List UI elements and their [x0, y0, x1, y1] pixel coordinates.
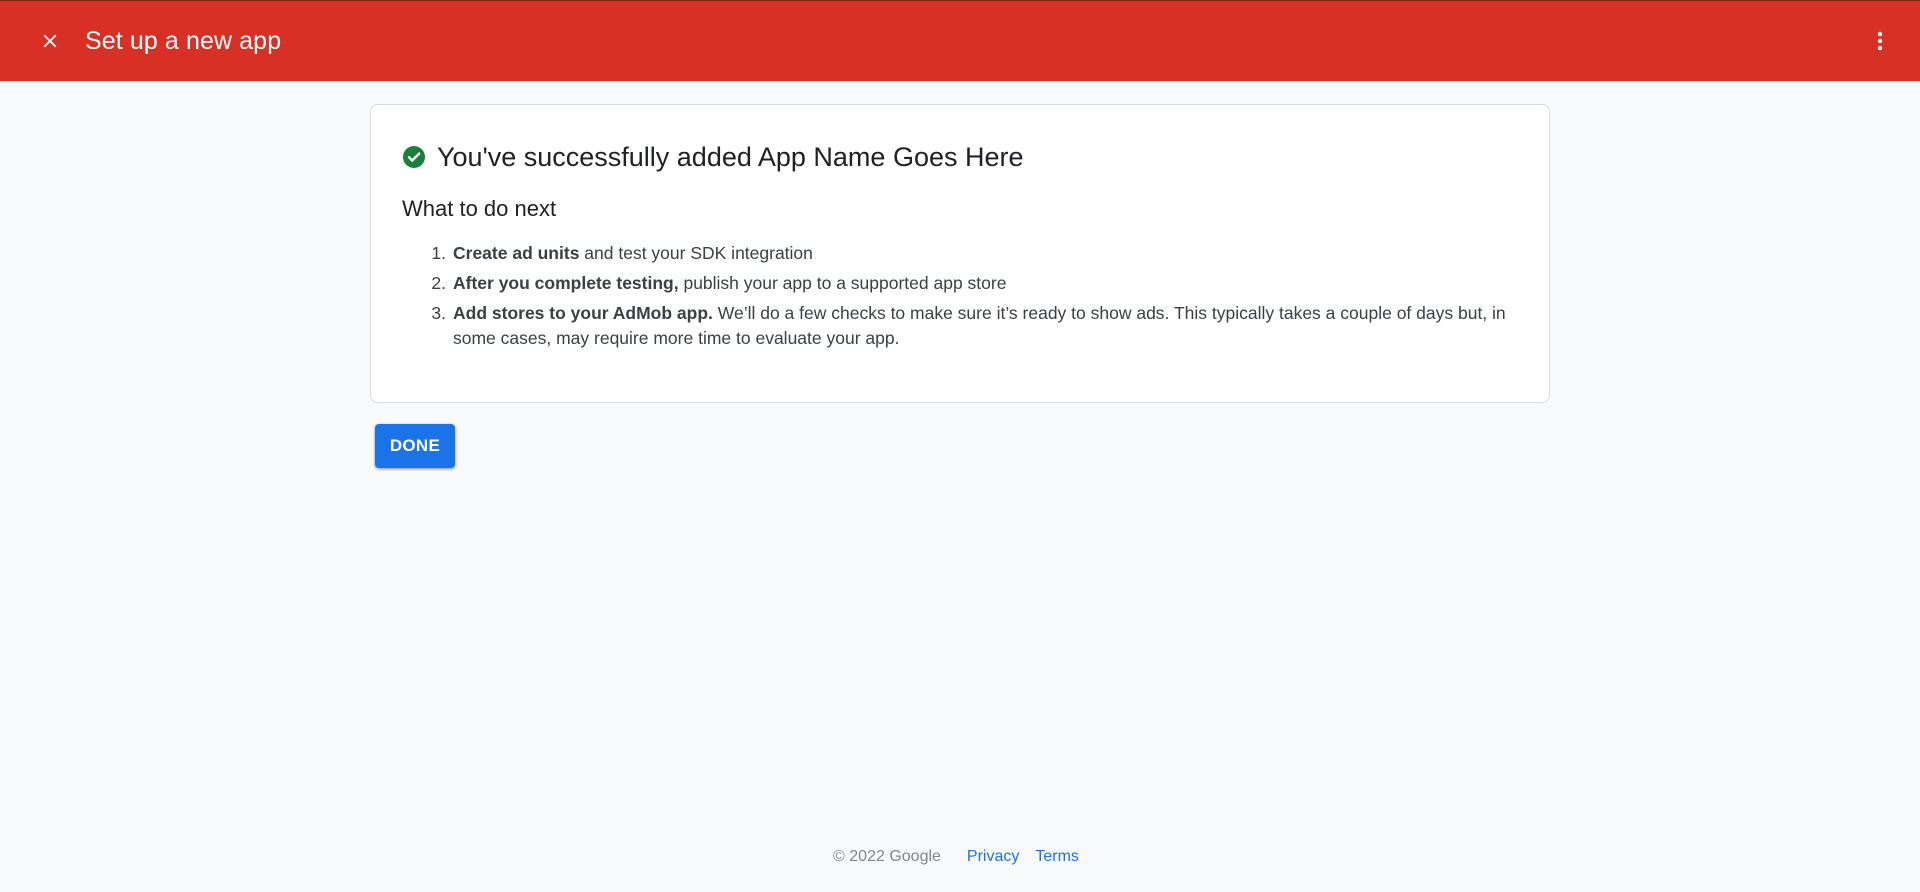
step-description: and test your SDK integration [579, 243, 813, 263]
done-button[interactable]: DONE [375, 424, 455, 468]
list-item: 2. After you complete testing, publish y… [402, 271, 1522, 296]
privacy-link[interactable]: Privacy [967, 846, 1019, 868]
step-number: 3. [431, 303, 446, 323]
step-bold-text: Add stores to your AdMob app. [453, 303, 713, 323]
step-number: 2. [431, 273, 446, 293]
page-title: Set up a new app [85, 27, 282, 55]
step-bold-text: After you complete testing, [453, 273, 679, 293]
close-icon [43, 34, 57, 48]
success-title: You've successfully added App Name Goes … [437, 142, 1024, 172]
terms-link[interactable]: Terms [1035, 846, 1079, 868]
step-number: 1. [431, 243, 446, 263]
step-text: After you complete testing, publish your… [453, 271, 1522, 296]
more-options-button[interactable] [1864, 23, 1896, 59]
close-button[interactable] [34, 23, 66, 59]
step-bold-text: Create ad units [453, 243, 580, 263]
success-header: You've successfully added App Name Goes … [402, 137, 1024, 177]
list-item: 1. Create ad units and test your SDK int… [402, 241, 1522, 266]
success-card: You've successfully added App Name Goes … [370, 104, 1550, 403]
footer: © 2022 Google Privacy Terms [0, 846, 1920, 868]
next-steps-list: 1. Create ad units and test your SDK int… [402, 241, 1522, 356]
top-app-bar: Set up a new app [0, 0, 1920, 81]
more-vert-icon [1877, 31, 1883, 51]
list-item: 3. Add stores to your AdMob app. We’ll d… [402, 301, 1522, 351]
check-circle-icon [403, 146, 425, 168]
step-text: Create ad units and test your SDK integr… [453, 241, 1522, 266]
copyright-text: © 2022 Google [833, 848, 941, 865]
step-text: Add stores to your AdMob app. We’ll do a… [453, 301, 1522, 351]
step-description: publish your app to a supported app stor… [678, 273, 1007, 293]
next-steps-heading: What to do next [402, 196, 557, 221]
